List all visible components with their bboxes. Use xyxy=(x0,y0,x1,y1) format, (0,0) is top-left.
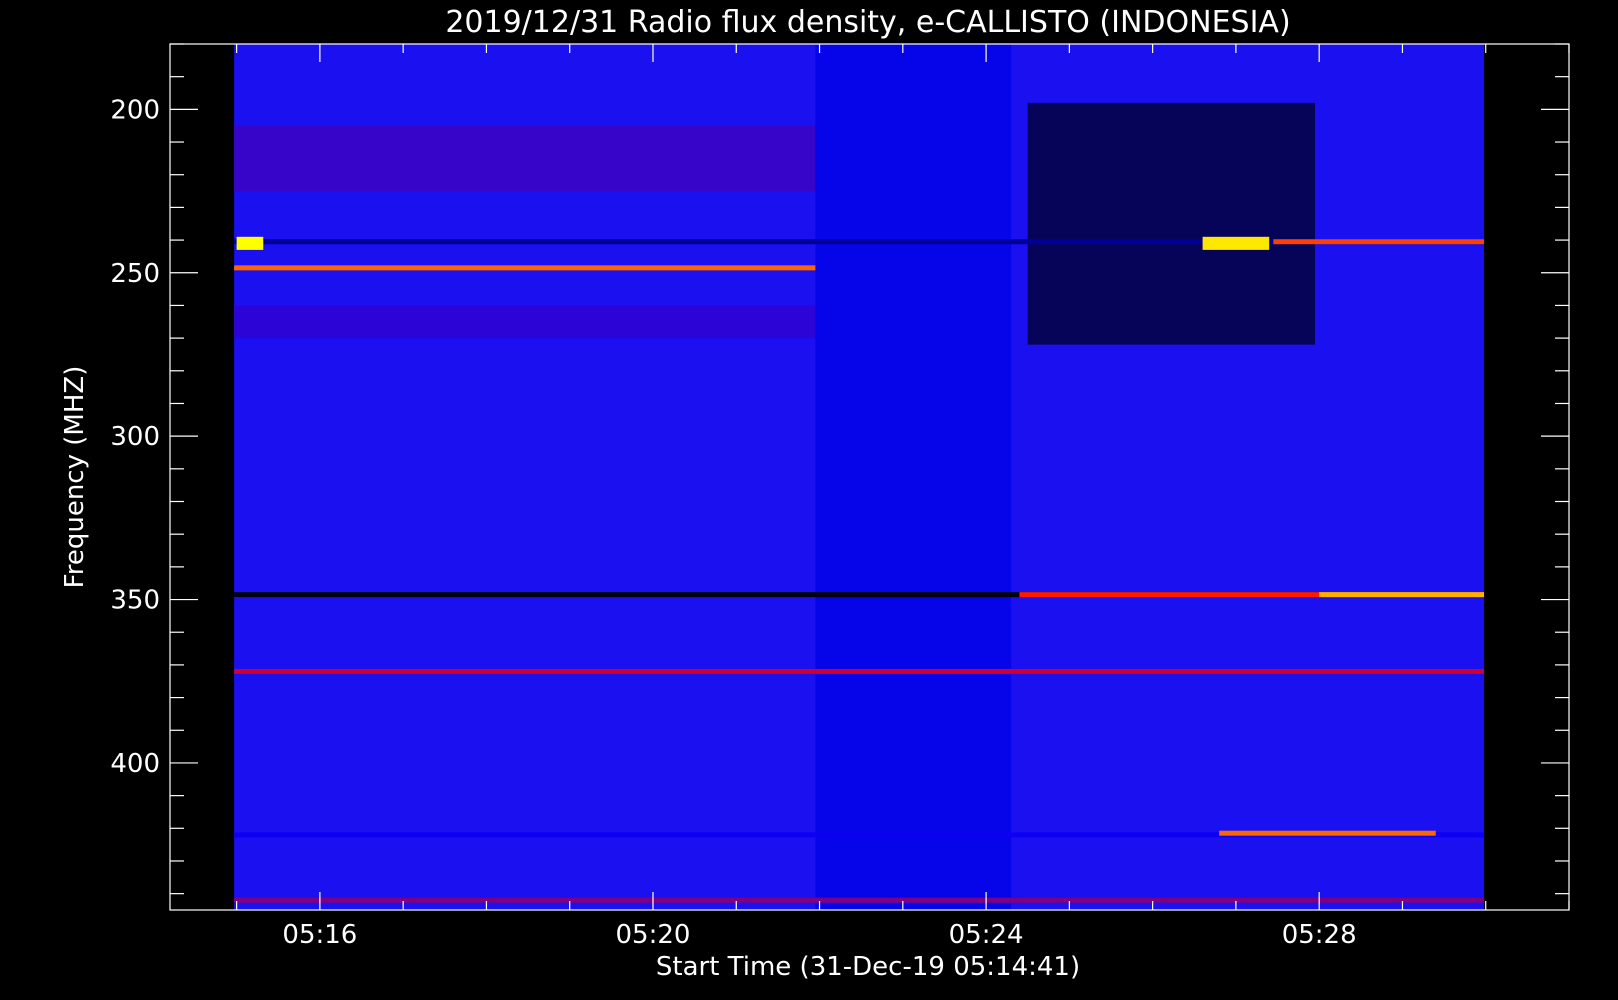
y-tick-label-3: 350 xyxy=(110,586,160,616)
plot-area xyxy=(234,44,1485,910)
y-tick-label-2: 300 xyxy=(110,422,160,452)
spectrogram-region-3 xyxy=(1027,102,1316,345)
spectrogram-chart: 2019/12/31 Radio flux density, e-CALLIST… xyxy=(60,5,1570,982)
x-tick-label-1: 05:20 xyxy=(616,920,691,950)
spectrogram-line-9 xyxy=(234,897,1485,903)
spectrogram-region-2 xyxy=(815,44,1012,910)
y-axis-label: Frequency (MHZ) xyxy=(60,366,90,589)
spectrogram-line-2 xyxy=(1319,592,1485,598)
spectrogram-hotspot-1 xyxy=(1202,236,1270,250)
spectrogram-line-8 xyxy=(1219,830,1436,836)
spectrogram-region-0 xyxy=(234,125,816,192)
x-tick-label-2: 05:24 xyxy=(949,920,1024,950)
spectrogram-hotspot-0 xyxy=(236,236,264,250)
y-tick-label-4: 400 xyxy=(110,749,160,779)
x-axis-label: Start Time (31-Dec-19 05:14:41) xyxy=(656,952,1080,982)
x-tick-label-0: 05:16 xyxy=(282,920,357,950)
y-tick-label-0: 200 xyxy=(110,95,160,125)
spectrogram-line-3 xyxy=(234,265,816,271)
chart-title: 2019/12/31 Radio flux density, e-CALLIST… xyxy=(445,5,1290,40)
spectrogram-line-6 xyxy=(1273,239,1485,245)
y-tick-label-1: 250 xyxy=(110,259,160,289)
spectrogram-region-1 xyxy=(234,305,816,339)
spectrogram-line-4 xyxy=(234,668,1485,674)
x-tick-label-3: 05:28 xyxy=(1282,920,1357,950)
